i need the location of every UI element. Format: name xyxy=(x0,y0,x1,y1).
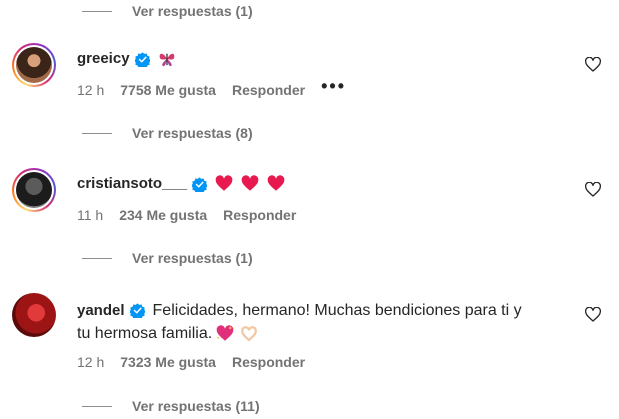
avatar-image xyxy=(16,47,52,83)
comment-time: 12 h xyxy=(77,354,105,370)
username-link[interactable]: cristiansoto___ xyxy=(77,174,187,194)
comment-meta: 12 h 7758 Me gusta Responder ••• xyxy=(77,76,362,100)
verified-badge-icon xyxy=(129,303,145,318)
view-replies-button[interactable]: Ver respuestas (1) xyxy=(82,0,253,22)
comment-header: yandel Felicidades, hermano! Muchas bend… xyxy=(77,299,522,322)
verified-badge-icon xyxy=(192,176,208,192)
username-link[interactable]: yandel xyxy=(77,301,125,321)
like-count[interactable]: 7323 Me gusta xyxy=(120,354,216,370)
red-heart-emoji-icon xyxy=(267,175,285,191)
avatar-image xyxy=(12,293,56,337)
username-link[interactable]: greeicy xyxy=(77,49,130,69)
replies-divider xyxy=(82,405,112,407)
comment-time: 11 h xyxy=(77,207,104,223)
comment-meta: 11 h 234 Me gusta Responder xyxy=(77,205,312,225)
sparkling-heart-emoji-icon xyxy=(216,324,234,341)
heart-hands-emoji-icon xyxy=(241,325,258,341)
red-heart-emoji-icon xyxy=(215,175,233,191)
view-replies-button[interactable]: Ver respuestas (8) xyxy=(82,122,253,144)
comment-text: tu hermosa familia. xyxy=(77,325,213,342)
reply-button[interactable]: Responder xyxy=(223,207,296,223)
avatar[interactable] xyxy=(12,43,56,87)
view-replies-button[interactable]: Ver respuestas (1) xyxy=(82,247,253,269)
like-heart-icon[interactable] xyxy=(585,57,601,73)
like-count[interactable]: 7758 Me gusta xyxy=(120,82,216,98)
red-heart-emoji-icon xyxy=(241,175,259,191)
avatar[interactable] xyxy=(12,293,56,337)
comment-meta: 12 h 7323 Me gusta Responder xyxy=(77,352,321,372)
comment-header: greeicy xyxy=(77,49,176,69)
replies-divider xyxy=(82,257,112,259)
like-heart-icon[interactable] xyxy=(585,182,601,198)
comment-time: 12 h xyxy=(77,82,105,98)
view-replies-label: Ver respuestas (1) xyxy=(132,3,253,19)
replies-divider xyxy=(82,132,112,134)
avatar-image xyxy=(16,172,52,208)
view-replies-label: Ver respuestas (11) xyxy=(132,398,260,414)
comment-body-line: tu hermosa familia. xyxy=(77,322,258,345)
verified-badge-icon xyxy=(134,51,150,67)
avatar[interactable] xyxy=(12,168,56,212)
like-count[interactable]: 234 Me gusta xyxy=(119,207,207,223)
more-options-icon[interactable]: ••• xyxy=(321,76,346,97)
reply-button[interactable]: Responder xyxy=(232,354,305,370)
view-replies-label: Ver respuestas (1) xyxy=(132,250,253,266)
reply-button[interactable]: Responder xyxy=(232,82,305,98)
comment-text: Felicidades, hermano! Muchas bendiciones… xyxy=(152,302,522,319)
view-replies-label: Ver respuestas (8) xyxy=(132,125,253,141)
view-replies-button[interactable]: Ver respuestas (11) xyxy=(82,395,260,417)
butterfly-emoji-icon xyxy=(159,53,174,67)
replies-divider xyxy=(82,10,112,12)
comment-header: cristiansoto___ xyxy=(77,174,285,194)
like-heart-icon[interactable] xyxy=(585,307,601,323)
